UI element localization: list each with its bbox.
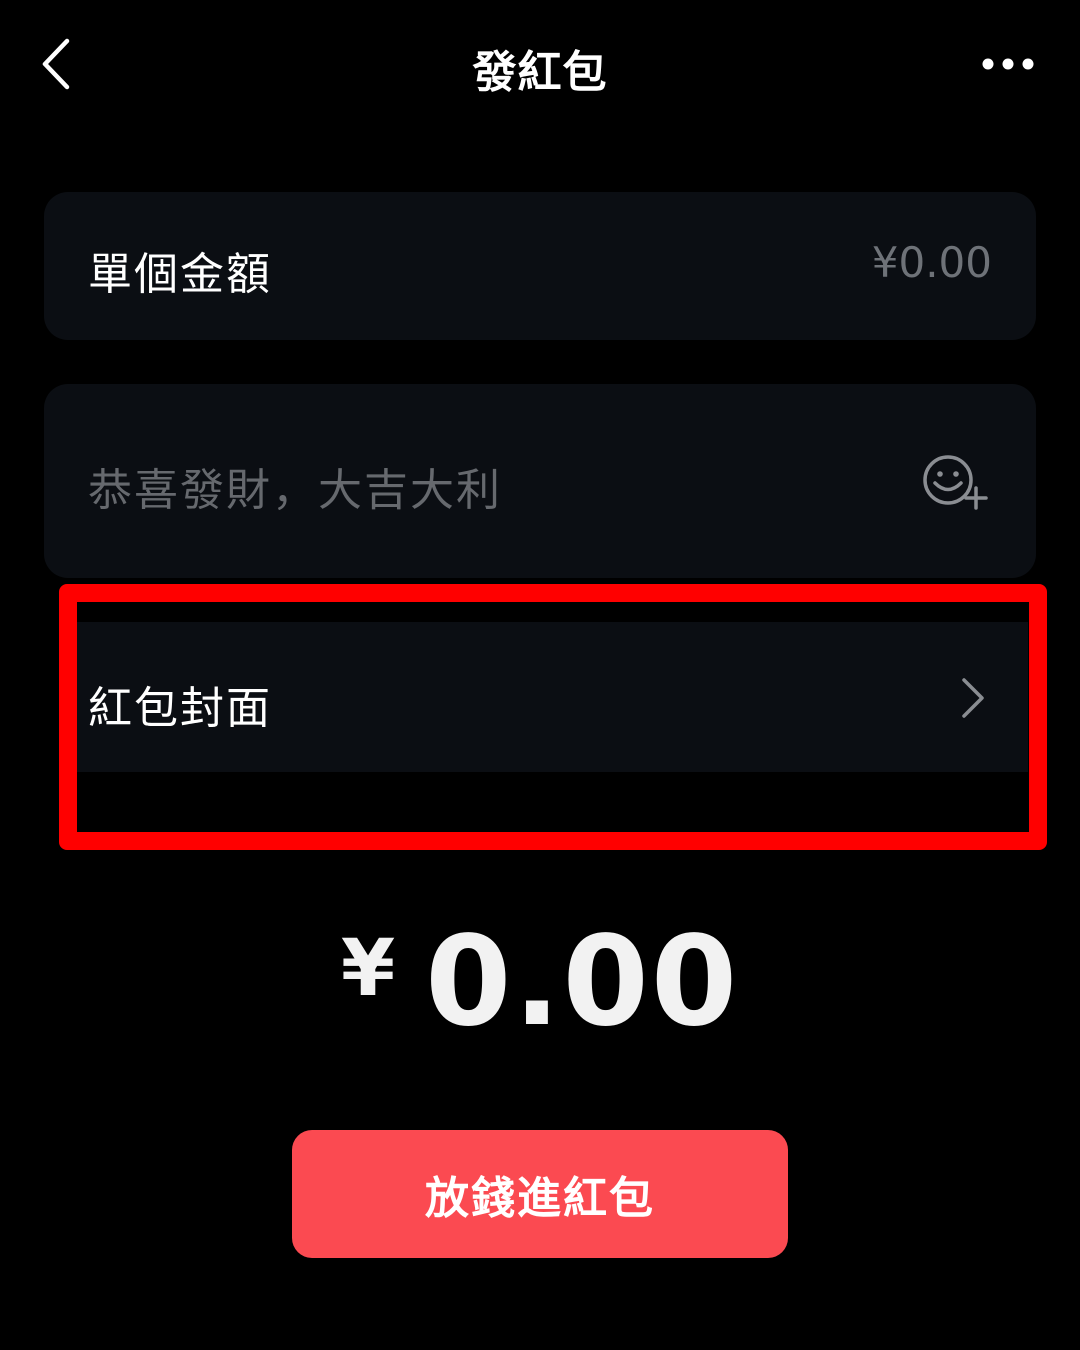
more-horizontal-icon <box>982 58 1034 70</box>
message-field <box>44 384 1036 578</box>
total-amount: ¥ 0.00 <box>0 910 1080 1050</box>
chevron-right-icon <box>962 678 984 718</box>
amount-field[interactable]: 單個金額 ¥0.00 <box>44 192 1036 340</box>
emoji-add-icon <box>923 455 988 510</box>
emoji-button[interactable] <box>922 454 992 514</box>
top-bar: 發紅包 <box>0 0 1080 130</box>
cover-row[interactable]: 紅包封面 <box>62 622 1028 772</box>
page-title: 發紅包 <box>472 47 608 98</box>
amount-label: 單個金額 <box>88 249 272 300</box>
cover-label: 紅包封面 <box>88 683 272 734</box>
amount-value[interactable]: ¥0.00 <box>872 238 992 287</box>
currency-symbol: ¥ <box>340 924 396 1014</box>
total-value: 0.00 <box>425 910 740 1054</box>
more-button[interactable] <box>976 40 1040 88</box>
blessing-input[interactable] <box>88 460 848 520</box>
submit-button[interactable]: 放錢進紅包 <box>292 1130 788 1258</box>
